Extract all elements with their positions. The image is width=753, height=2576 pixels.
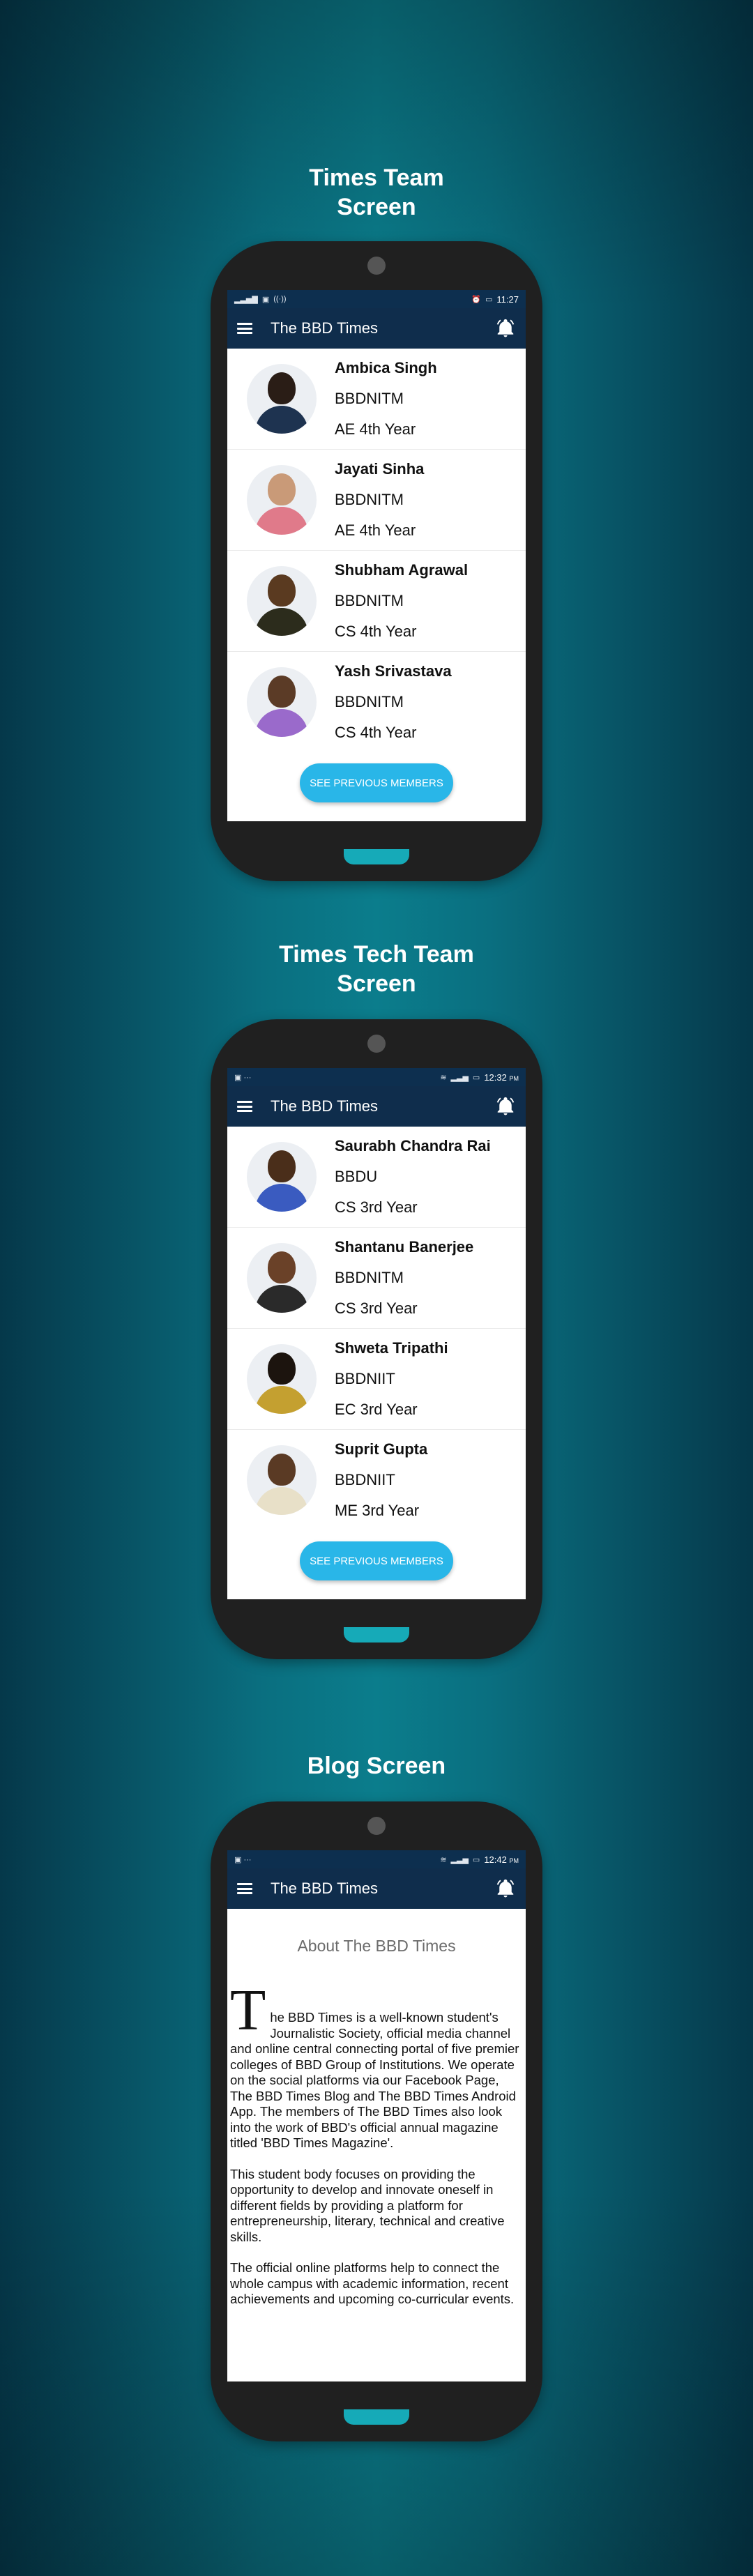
member-college: BBDNITM bbox=[335, 693, 404, 710]
section-title-team: Times Team Screen bbox=[309, 165, 444, 220]
phone-screen: ▂▃▅▇ ▣ ((·)) ⏰ ▭ 11:27 The BBD Times Ambica … bbox=[227, 290, 526, 821]
home-button[interactable] bbox=[344, 849, 409, 864]
status-time: 12:42 PM bbox=[484, 1854, 519, 1865]
app-bar: The BBD Times bbox=[227, 1868, 526, 1909]
phone-mockup-tech-team: ▣ ··· ≋ ▂▃▅ ▭ 12:32 PM The BBD Times Saurab… bbox=[211, 1019, 542, 1659]
list-item[interactable]: Shweta Tripathi BBDNIIT EC 3rd Year bbox=[227, 1329, 526, 1430]
avatar bbox=[247, 667, 317, 737]
drop-cap: T bbox=[230, 1978, 266, 2043]
member-name: Suprit Gupta bbox=[335, 1440, 428, 1458]
battery-icon: ▭ bbox=[472, 1073, 480, 1082]
home-button[interactable] bbox=[344, 2409, 409, 2425]
signal-icon: ▂▃▅▇ bbox=[234, 295, 258, 304]
phone-screen: ▣ ··· ≋ ▂▃▅ ▭ 12:42 PM The BBD Times About … bbox=[227, 1850, 526, 2381]
member-college: BBDNITM bbox=[335, 390, 404, 407]
signal-icon: ▂▃▅ bbox=[450, 1073, 469, 1082]
member-year: CS 3rd Year bbox=[335, 1300, 418, 1317]
member-college: BBDNITM bbox=[335, 491, 404, 508]
member-name: Shweta Tripathi bbox=[335, 1339, 448, 1357]
app-title: The BBD Times bbox=[271, 1097, 379, 1115]
blog-heading: About The BBD Times bbox=[297, 1937, 456, 1955]
member-name: Ambica Singh bbox=[335, 359, 437, 376]
section-title-tech-team: Times Tech Team Screen bbox=[279, 941, 474, 997]
member-college: BBDNITM bbox=[335, 592, 404, 609]
section-title-blog: Blog Screen bbox=[307, 1753, 446, 1779]
list-item[interactable]: Yash Srivastava BBDNITM CS 4th Year bbox=[227, 652, 526, 745]
member-year: CS 3rd Year bbox=[335, 1198, 418, 1216]
camera-icon bbox=[367, 257, 386, 275]
bell-icon[interactable] bbox=[495, 1878, 516, 1899]
wifi-icon: ≋ bbox=[440, 1073, 447, 1082]
phone-mockup-blog: ▣ ··· ≋ ▂▃▅ ▭ 12:42 PM The BBD Times About … bbox=[211, 1801, 542, 2441]
status-time: 12:32 PM bbox=[484, 1072, 519, 1083]
see-previous-members-button[interactable]: SEE PREVIOUS MEMBERS bbox=[300, 1541, 453, 1580]
phone-screen: ▣ ··· ≋ ▂▃▅ ▭ 12:32 PM The BBD Times Saurab… bbox=[227, 1068, 526, 1599]
home-button[interactable] bbox=[344, 1627, 409, 1643]
member-year: ME 3rd Year bbox=[335, 1502, 420, 1519]
member-name: Shantanu Banerjee bbox=[335, 1238, 474, 1256]
image-notification-icon: ▣ bbox=[261, 295, 270, 304]
signal-icon: ▂▃▅ bbox=[450, 1855, 469, 1864]
avatar bbox=[247, 1243, 317, 1313]
member-name: Jayati Sinha bbox=[335, 460, 425, 478]
list-item[interactable]: Shubham Agrawal BBDNITM CS 4th Year bbox=[227, 551, 526, 652]
member-college: BBDNIIT bbox=[335, 1471, 395, 1488]
battery-icon: ▭ bbox=[485, 295, 493, 304]
member-name: Shubham Agrawal bbox=[335, 561, 469, 579]
menu-icon[interactable] bbox=[237, 1101, 252, 1112]
app-title: The BBD Times bbox=[271, 1880, 379, 1897]
list-item[interactable]: Jayati Sinha BBDNITM AE 4th Year bbox=[227, 450, 526, 551]
avatar bbox=[247, 465, 317, 535]
member-year: AE 4th Year bbox=[335, 420, 416, 438]
member-year: CS 4th Year bbox=[335, 623, 417, 640]
status-bar: ▣ ··· ≋ ▂▃▅ ▭ 12:42 PM bbox=[227, 1850, 526, 1868]
camera-icon bbox=[367, 1035, 386, 1053]
menu-icon[interactable] bbox=[237, 1883, 252, 1894]
list-item[interactable]: Suprit Gupta BBDNIIT ME 3rd Year bbox=[227, 1430, 526, 1523]
app-bar: The BBD Times bbox=[227, 308, 526, 349]
battery-icon: ▭ bbox=[472, 1855, 480, 1864]
list-item[interactable]: Ambica Singh BBDNITM AE 4th Year bbox=[227, 349, 526, 450]
blog-content: About The BBD Times The BBD Times is a w… bbox=[227, 1937, 526, 2308]
member-year: CS 4th Year bbox=[335, 724, 417, 741]
app-title: The BBD Times bbox=[271, 319, 379, 337]
bell-icon[interactable] bbox=[495, 318, 516, 339]
camera-icon bbox=[367, 1817, 386, 1835]
member-name: Saurabh Chandra Rai bbox=[335, 1137, 491, 1154]
status-time: 11:27 bbox=[496, 294, 519, 305]
app-bar: The BBD Times bbox=[227, 1086, 526, 1127]
phone-mockup-team: ▂▃▅▇ ▣ ((·)) ⏰ ▭ 11:27 The BBD Times Ambica … bbox=[211, 241, 542, 881]
member-college: BBDU bbox=[335, 1168, 378, 1185]
member-college: BBDNIIT bbox=[335, 1370, 395, 1387]
list-item[interactable]: Saurabh Chandra Rai BBDU CS 3rd Year bbox=[227, 1127, 526, 1228]
see-previous-members-button[interactable]: SEE PREVIOUS MEMBERS bbox=[300, 763, 453, 802]
list-item[interactable]: Shantanu Banerjee BBDNITM CS 3rd Year bbox=[227, 1228, 526, 1329]
avatar bbox=[247, 364, 317, 434]
menu-icon[interactable] bbox=[237, 323, 252, 334]
member-list: Saurabh Chandra Rai BBDU CS 3rd Year Shant… bbox=[227, 1127, 526, 1523]
hotspot-icon: ((·)) bbox=[273, 295, 287, 303]
avatar bbox=[247, 1344, 317, 1414]
avatar bbox=[247, 566, 317, 636]
bell-icon[interactable] bbox=[495, 1096, 516, 1117]
wifi-icon: ≋ bbox=[440, 1855, 447, 1864]
alarm-icon: ⏰ bbox=[471, 295, 482, 304]
member-year: EC 3rd Year bbox=[335, 1401, 418, 1418]
image-notification-icon: ▣ ··· bbox=[234, 1073, 252, 1082]
member-college: BBDNITM bbox=[335, 1269, 404, 1286]
member-list: Ambica Singh BBDNITM AE 4th Year Jayati Si… bbox=[227, 349, 526, 745]
status-bar: ▣ ··· ≋ ▂▃▅ ▭ 12:32 PM bbox=[227, 1068, 526, 1086]
avatar bbox=[247, 1445, 317, 1515]
blog-paragraph: The BBD Times is a well-known student's … bbox=[230, 1978, 519, 2151]
button-area: SEE PREVIOUS MEMBERS bbox=[227, 1523, 526, 1599]
image-notification-icon: ▣ ··· bbox=[234, 1855, 252, 1864]
status-bar: ▂▃▅▇ ▣ ((·)) ⏰ ▭ 11:27 bbox=[227, 290, 526, 308]
member-name: Yash Srivastava bbox=[335, 662, 452, 680]
member-year: AE 4th Year bbox=[335, 521, 416, 539]
button-area: SEE PREVIOUS MEMBERS bbox=[227, 745, 526, 821]
avatar bbox=[247, 1142, 317, 1212]
blog-paragraph: This student body focuses on providing t… bbox=[230, 2166, 505, 2244]
blog-paragraph: The official online platforms help to co… bbox=[230, 2260, 515, 2306]
